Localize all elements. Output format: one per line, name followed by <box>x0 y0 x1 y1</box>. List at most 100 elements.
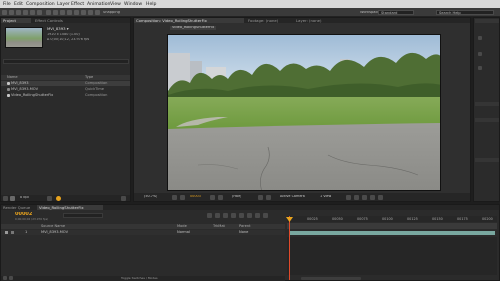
rectangle-tool-icon[interactable] <box>46 10 51 15</box>
frame-blending-icon[interactable] <box>231 213 236 218</box>
auto-keyframe-icon[interactable] <box>255 213 260 218</box>
resolution-select[interactable]: (Half) <box>232 195 241 198</box>
pixel-aspect-icon[interactable] <box>346 194 351 200</box>
comp-mini-flowchart-icon[interactable] <box>207 213 212 218</box>
hand-tool-icon[interactable] <box>9 10 14 15</box>
tab-project[interactable]: Project <box>1 18 31 23</box>
show-channel-icon[interactable] <box>218 194 223 200</box>
region-of-interest-icon[interactable] <box>258 194 263 200</box>
col-mode[interactable]: Mode <box>177 224 187 229</box>
layer-name[interactable]: MVI_8393.MOV <box>41 230 68 235</box>
camera-tool-icon[interactable] <box>30 10 35 15</box>
cursor-highlight-icon <box>56 195 61 201</box>
tab-composition[interactable]: Composition: Video_RollingShutterFix <box>134 18 244 23</box>
align-panel-tab[interactable] <box>475 102 499 106</box>
zoom-select[interactable]: (50.7%) <box>144 195 157 198</box>
graph-editor-icon[interactable] <box>263 213 268 218</box>
menu-edit[interactable]: Edit <box>14 2 23 7</box>
tab-timeline-comp[interactable]: Video_RollingShutterFix <box>37 205 103 210</box>
timeline-track-area[interactable] <box>287 237 497 275</box>
timeline-search-input[interactable] <box>63 213 103 218</box>
col-trkmat[interactable]: TrkMat <box>213 224 225 229</box>
toggle-switches-modes[interactable]: Toggle Switches / Modes <box>121 277 158 280</box>
fast-previews-icon[interactable] <box>354 194 359 200</box>
delete-icon[interactable] <box>121 195 126 201</box>
effects-icon[interactable] <box>478 66 482 70</box>
puppet-tool-icon[interactable] <box>95 10 100 15</box>
layer-duration-bar[interactable] <box>289 231 495 235</box>
paragraph-panel-tab[interactable] <box>475 158 499 162</box>
menu-window[interactable]: Window <box>124 2 142 7</box>
layer-parent-select[interactable]: None <box>239 230 248 235</box>
layer-switches-icon[interactable] <box>3 276 7 280</box>
timeline-zoom-slider[interactable] <box>301 277 361 280</box>
layer-mode-select[interactable]: Normal <box>177 230 190 235</box>
comp-timecode[interactable]: 00003 <box>190 195 201 198</box>
pan-behind-tool-icon[interactable] <box>37 10 42 15</box>
camera-select[interactable]: Active Camera <box>280 195 305 198</box>
grid-toggle-icon[interactable] <box>172 194 177 200</box>
tab-render-queue[interactable]: Render Queue <box>1 205 35 210</box>
rotate-tool-icon[interactable] <box>23 10 28 15</box>
work-area-bar[interactable] <box>287 223 497 229</box>
info-panel-tab[interactable] <box>475 19 499 23</box>
tab-layer[interactable]: Layer: (none) <box>294 18 334 23</box>
exposure-icon[interactable] <box>378 194 383 200</box>
tab-footage[interactable]: Footage: (none) <box>246 18 292 23</box>
pen-tool-icon[interactable] <box>53 10 58 15</box>
selection-tool-icon[interactable] <box>2 10 7 15</box>
project-row[interactable]: Video_RollingShutterFix Composition <box>1 93 130 98</box>
menu-layer[interactable]: Layer <box>57 2 70 7</box>
motion-blur-icon[interactable] <box>239 213 244 218</box>
clone-tool-icon[interactable] <box>74 10 79 15</box>
mask-visibility-icon[interactable] <box>180 194 185 200</box>
composition-viewer[interactable] <box>167 34 441 191</box>
visibility-eye-icon[interactable] <box>5 231 8 234</box>
audio-icon[interactable] <box>11 231 14 234</box>
composition-subtab[interactable]: Video_RollingShutterFix <box>170 26 217 30</box>
col-type-header[interactable]: Type <box>85 75 93 80</box>
eraser-tool-icon[interactable] <box>81 10 86 15</box>
project-row[interactable]: MVI_8393.MOV QuickTime <box>1 87 130 92</box>
col-name-header[interactable]: Name <box>7 75 18 80</box>
project-row[interactable]: MVI_8393 Composition <box>1 81 130 86</box>
snapping-checkbox[interactable]: Snapping <box>103 11 120 15</box>
bpc-button[interactable]: 8 bpc <box>20 196 29 199</box>
new-composition-icon[interactable] <box>47 195 52 201</box>
transfer-controls-icon[interactable] <box>9 276 13 280</box>
type-tool-icon[interactable] <box>60 10 65 15</box>
shy-layers-icon[interactable] <box>223 213 228 218</box>
timeline-timecode[interactable]: 00002 <box>15 212 32 217</box>
interpret-footage-icon[interactable] <box>3 195 8 201</box>
playhead[interactable] <box>289 216 290 280</box>
draft-3d-icon[interactable] <box>215 213 220 218</box>
timeline-layer-row[interactable]: 1 MVI_8393.MOV Normal None <box>1 230 285 235</box>
roto-brush-tool-icon[interactable] <box>88 10 93 15</box>
brush-tool-icon[interactable] <box>67 10 72 15</box>
ruler-tick: 00075 <box>357 217 368 221</box>
menu-view[interactable]: View <box>110 2 121 7</box>
zoom-tool-icon[interactable] <box>16 10 21 15</box>
workspace-select[interactable]: Standard <box>378 10 414 15</box>
timeline-icon[interactable] <box>362 194 367 200</box>
project-search-input[interactable] <box>3 59 129 64</box>
flowchart-icon[interactable] <box>370 194 375 200</box>
col-parent[interactable]: Parent <box>239 224 251 229</box>
menu-file[interactable]: File <box>3 2 11 7</box>
character-panel-tab[interactable] <box>475 118 499 122</box>
search-help-input[interactable]: Search Help <box>436 10 494 15</box>
menu-help[interactable]: Help <box>146 2 156 7</box>
new-folder-icon[interactable] <box>10 195 15 201</box>
preview-play-icon[interactable] <box>478 52 482 56</box>
menu-effect[interactable]: Effect <box>71 2 84 7</box>
time-ruler[interactable]: 00025 00050 00075 00100 00125 00150 0017… <box>287 216 497 222</box>
view-layout-select[interactable]: 1 View <box>320 195 331 198</box>
brainstorm-icon[interactable] <box>247 213 252 218</box>
menu-composition[interactable]: Composition <box>26 2 55 7</box>
transparency-grid-icon[interactable] <box>266 194 271 200</box>
snapshot-icon[interactable] <box>210 194 215 200</box>
speaker-icon[interactable] <box>478 36 482 40</box>
menu-animation[interactable]: Animation <box>87 2 110 7</box>
tab-effect-controls[interactable]: Effect Controls <box>33 18 73 23</box>
col-source-name[interactable]: Source Name <box>41 224 65 229</box>
